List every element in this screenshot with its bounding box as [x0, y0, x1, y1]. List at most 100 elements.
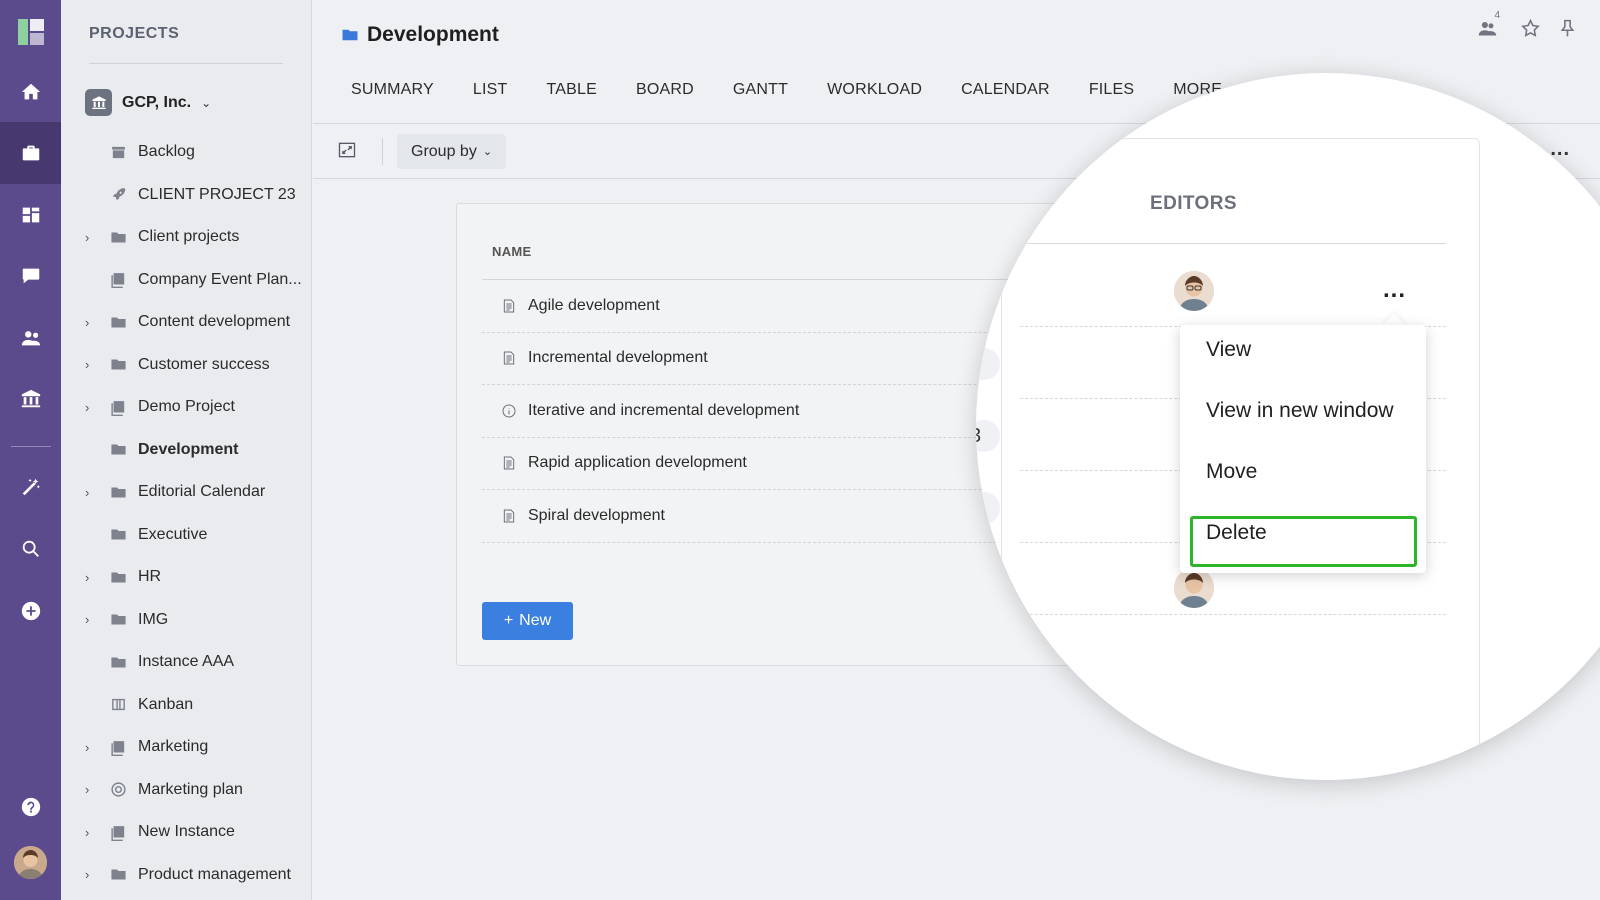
sidebar-item-client-projects[interactable]: › Client projects — [61, 216, 311, 259]
sidebar-item-new-instance[interactable]: › New Instance — [61, 811, 311, 854]
magic-wand-icon[interactable] — [0, 456, 61, 518]
sidebar-item-img[interactable]: › IMG — [61, 599, 311, 642]
new-button[interactable]: + New — [482, 602, 573, 640]
chevron-right-icon[interactable]: › — [85, 867, 97, 882]
cell-badge — [976, 348, 1000, 380]
chevron-right-icon[interactable]: › — [85, 357, 97, 372]
folder-icon — [109, 611, 127, 629]
institution-icon[interactable] — [0, 368, 61, 430]
group-by-dropdown[interactable]: Group by ⌄ — [397, 134, 507, 169]
plus-circle-icon[interactable] — [0, 580, 61, 642]
board-icon — [109, 696, 127, 714]
sidebar-item-instance-aaa[interactable]: Instance AAA — [61, 641, 311, 684]
row-name[interactable]: Incremental development — [528, 349, 708, 367]
sidebar-item-executive[interactable]: Executive — [61, 514, 311, 557]
row-actions-button[interactable]: ... — [1383, 276, 1406, 304]
chevron-right-icon[interactable]: › — [85, 400, 97, 415]
chevron-right-icon[interactable]: › — [85, 230, 97, 245]
chevron-right-icon[interactable]: › — [85, 485, 97, 500]
sidebar-item-content-development[interactable]: › Content development — [61, 301, 311, 344]
sidebar-item-label: HR — [138, 568, 162, 586]
briefcase-icon[interactable] — [0, 122, 61, 184]
menu-item-view-in-new-window[interactable]: View in new window — [1206, 399, 1394, 423]
row-name[interactable]: Iterative and incremental development — [528, 402, 799, 420]
sidebar-item-demo-project[interactable]: › Demo Project — [61, 386, 311, 429]
folder-icon — [109, 866, 127, 884]
sidebar-item-product-management[interactable]: › Product management — [61, 854, 311, 897]
project-icon — [109, 398, 127, 416]
toolbar-separator — [382, 138, 383, 165]
sidebar-item-development[interactable]: Development — [61, 429, 311, 472]
folder-icon — [342, 29, 358, 41]
row-name[interactable]: Agile development — [528, 297, 660, 315]
magnifier-overlay: EDITORS 3 — [976, 73, 1600, 780]
members-button[interactable]: 4 — [1477, 10, 1504, 39]
tab-summary[interactable]: SUMMARY — [351, 81, 434, 99]
target-icon — [109, 781, 127, 799]
app-logo[interactable] — [18, 19, 44, 45]
chevron-right-icon[interactable]: › — [85, 612, 97, 627]
help-icon[interactable] — [0, 776, 61, 838]
chevron-right-icon[interactable]: › — [85, 825, 97, 840]
editor-avatar[interactable] — [1174, 271, 1214, 311]
menu-item-move[interactable]: Move — [1206, 460, 1257, 484]
tab-label: WORKLOAD — [827, 81, 923, 98]
sidebar-item-label: Kanban — [138, 695, 194, 713]
expand-icon — [338, 142, 356, 158]
people-icon[interactable] — [0, 307, 61, 369]
menu-item-view[interactable]: View — [1206, 338, 1251, 362]
folder-icon — [109, 483, 127, 501]
header-actions: 4 — [1477, 10, 1578, 39]
sidebar-item-label: Content development — [138, 313, 291, 331]
tab-label: LIST — [472, 81, 508, 98]
tab-label: GANTT — [732, 81, 789, 98]
tab-table[interactable]: TABLE — [547, 81, 598, 99]
sidebar-item-marketing[interactable]: › Marketing — [61, 726, 311, 769]
institution-icon — [85, 89, 112, 116]
home-icon[interactable] — [0, 61, 61, 123]
row-actions-menu: View View in new window Move Delete — [1180, 325, 1426, 573]
menu-item-delete[interactable]: Delete — [1206, 521, 1267, 545]
folder-icon — [109, 228, 127, 246]
tab-workload[interactable]: WORKLOAD — [827, 81, 922, 99]
row-divider — [1020, 614, 1446, 615]
sidebar-item-hr[interactable]: › HR — [61, 556, 311, 599]
user-avatar[interactable] — [14, 846, 47, 879]
row-name[interactable]: Spiral development — [528, 507, 665, 525]
sidebar-item-client-project-23[interactable]: CLIENT PROJECT 23 — [61, 174, 311, 217]
sidebar-item-label: Development — [138, 440, 239, 458]
folder-icon — [109, 313, 127, 331]
pin-icon[interactable] — [1557, 18, 1578, 39]
cell-value: 3 — [976, 425, 981, 448]
chevron-right-icon[interactable]: › — [85, 570, 97, 585]
search-icon[interactable] — [0, 518, 61, 580]
sidebar-item-marketing-plan[interactable]: › Marketing plan — [61, 769, 311, 812]
chat-icon[interactable] — [0, 245, 61, 307]
org-selector[interactable]: GCP, Inc. ⌄ — [85, 89, 211, 116]
sidebar-heading: PROJECTS — [89, 25, 180, 42]
folder-icon — [109, 653, 127, 671]
editor-avatar[interactable] — [1174, 568, 1214, 608]
folder-icon — [109, 568, 127, 586]
star-icon[interactable] — [1520, 18, 1541, 39]
expand-button[interactable] — [337, 140, 359, 162]
chevron-down-icon: ⌄ — [482, 146, 493, 158]
folder-icon — [109, 526, 127, 544]
tab-gantt[interactable]: GANTT — [733, 81, 788, 99]
sidebar-item-editorial-calendar[interactable]: › Editorial Calendar — [61, 471, 311, 514]
sidebar-item-customer-success[interactable]: › Customer success — [61, 344, 311, 387]
sidebar-item-company-event-plan[interactable]: Company Event Plan... — [61, 259, 311, 302]
sidebar-item-label: New Instance — [138, 823, 235, 841]
tab-list[interactable]: LIST — [473, 81, 508, 99]
row-name[interactable]: Rapid application development — [528, 454, 747, 472]
members-count: 4 — [1494, 10, 1500, 21]
sidebar-item-label: Demo Project — [138, 398, 235, 416]
sidebar-item-kanban[interactable]: Kanban — [61, 684, 311, 727]
dashboard-icon[interactable] — [0, 184, 61, 246]
chevron-right-icon[interactable]: › — [85, 315, 97, 330]
chevron-right-icon[interactable]: › — [85, 782, 97, 797]
sidebar-item-label: Executive — [138, 525, 208, 543]
chevron-right-icon[interactable]: › — [85, 740, 97, 755]
sidebar-item-backlog[interactable]: Backlog — [61, 131, 311, 174]
tab-board[interactable]: BOARD — [636, 81, 694, 99]
